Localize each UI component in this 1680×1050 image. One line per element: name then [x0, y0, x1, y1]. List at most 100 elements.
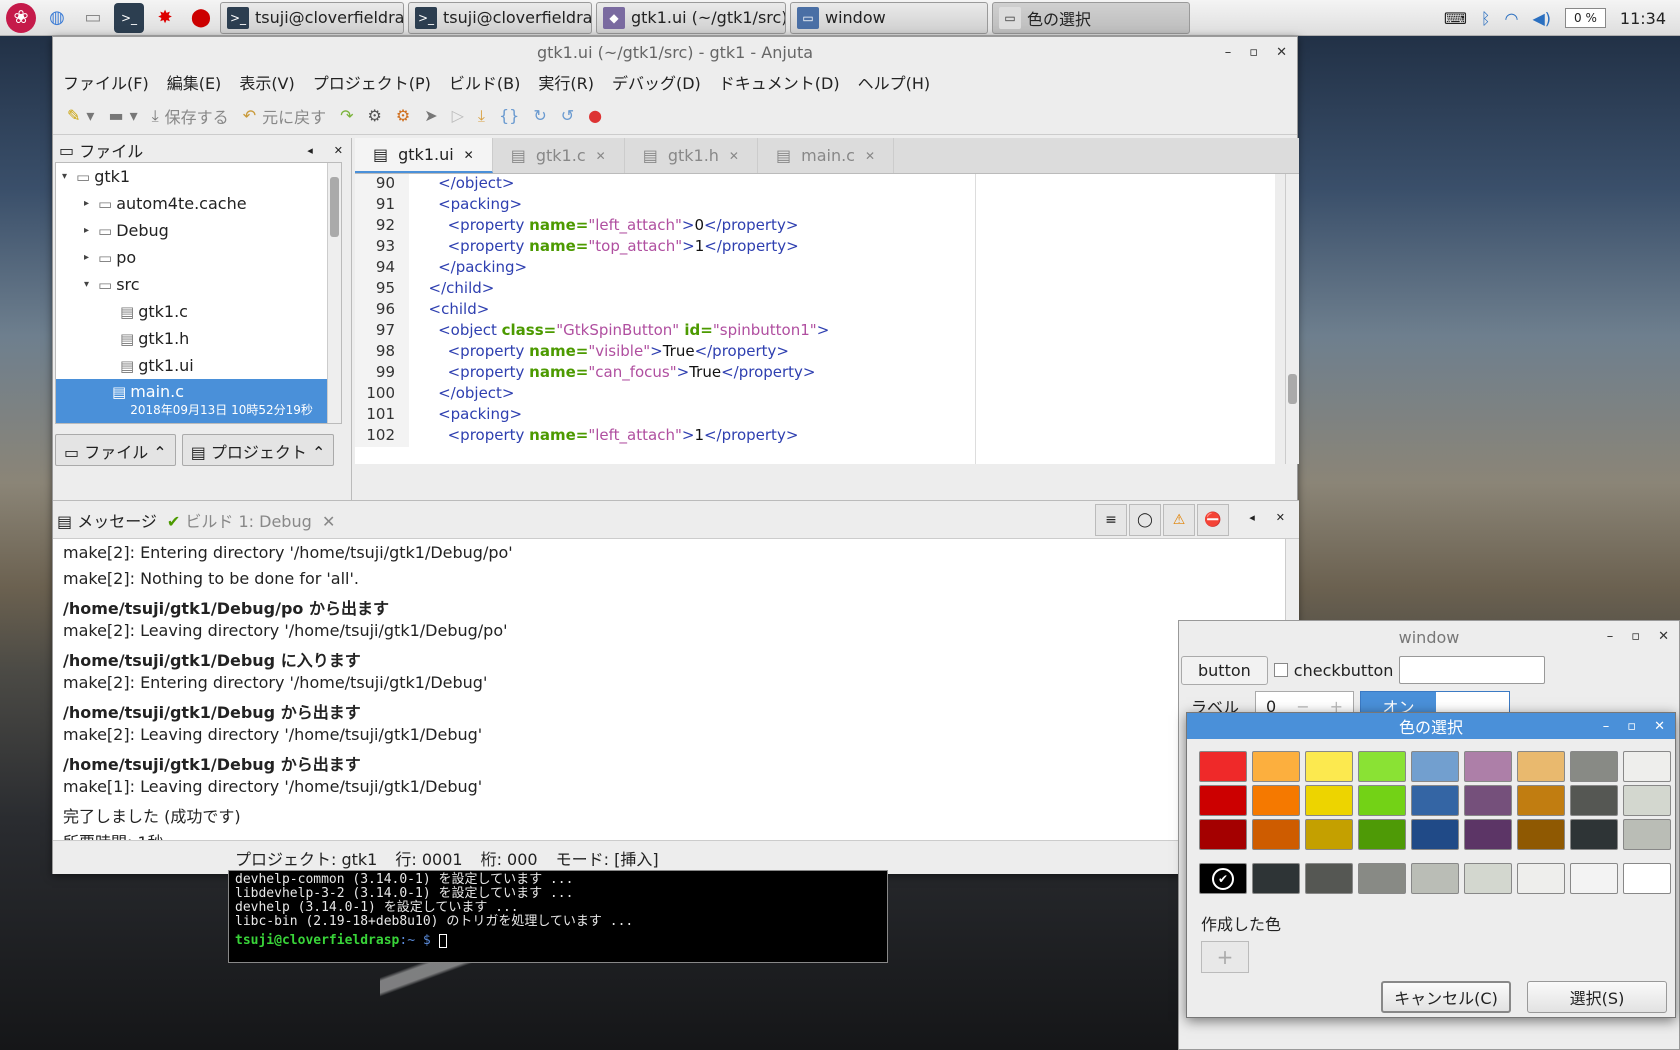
color-swatch[interactable]	[1252, 751, 1300, 782]
browser-icon[interactable]: ◍	[42, 3, 72, 33]
color-swatch[interactable]	[1411, 785, 1459, 816]
wolfram-icon[interactable]: ⬤	[186, 3, 216, 33]
tree-item[interactable]: ▾ ▭ src	[56, 271, 341, 298]
color-swatch[interactable]	[1358, 751, 1406, 782]
step-out-icon[interactable]: ↺	[561, 106, 574, 125]
expand-icon[interactable]: ▸	[84, 252, 98, 263]
select-button[interactable]: 選択(S)	[1527, 981, 1667, 1013]
bluetooth-icon[interactable]: ᛒ	[1481, 9, 1491, 28]
cpu-monitor[interactable]: 0 %	[1565, 8, 1606, 28]
tab-files[interactable]: ▭ ファイル ⌃	[55, 434, 176, 466]
send-icon[interactable]: ➤	[424, 106, 437, 125]
keyboard-icon[interactable]: ⌨	[1444, 9, 1467, 28]
color-swatch[interactable]	[1358, 863, 1406, 894]
tree-item[interactable]: ▤ gtk1.c	[56, 298, 341, 325]
color-swatch[interactable]	[1305, 751, 1353, 782]
clock[interactable]: 11:34	[1620, 9, 1666, 28]
collapse-icon[interactable]: ▾	[84, 279, 98, 290]
error-icon[interactable]: ⛔	[1197, 504, 1229, 536]
anjuta-titlebar[interactable]: gtk1.ui (~/gtk1/src) - gtk1 - Anjuta – ▫ ✕	[53, 37, 1297, 67]
close-icon[interactable]: ✕	[865, 149, 875, 163]
color-swatch[interactable]	[1252, 819, 1300, 850]
color-swatch[interactable]	[1411, 751, 1459, 782]
demo-button[interactable]: button	[1181, 655, 1268, 685]
step-over-icon[interactable]: ↻	[533, 106, 546, 125]
maximize-icon[interactable]: ▫	[1631, 629, 1640, 644]
normal-messages-icon[interactable]: ≡	[1095, 504, 1127, 536]
tree-item[interactable]: ▤ gtk1.h	[56, 325, 341, 352]
math-app-icon[interactable]: ✸	[150, 3, 180, 33]
panel-pin-icon[interactable]: ◂ ✕	[307, 144, 343, 157]
task-color-dialog[interactable]: ▭ 色の選択	[992, 1, 1190, 34]
color-swatch[interactable]	[1517, 785, 1565, 816]
cancel-button[interactable]: キャンセル(C)	[1381, 981, 1511, 1013]
tab-messages[interactable]: ▤ メッセージ	[57, 508, 157, 532]
color-swatch[interactable]	[1570, 863, 1618, 894]
color-swatch[interactable]	[1199, 785, 1247, 816]
tree-item[interactable]: ▸ ▭ Debug	[56, 217, 341, 244]
color-swatch[interactable]	[1305, 863, 1353, 894]
menu-item[interactable]: ファイル(F)	[63, 70, 149, 94]
task-window[interactable]: ▭ window	[790, 1, 988, 34]
tab-main-c[interactable]: ▤ main.c ✕	[758, 138, 895, 173]
color-swatch[interactable]	[1411, 863, 1459, 894]
new-file-icon[interactable]: ✎ ▾	[67, 106, 94, 125]
task-terminal-1[interactable]: >_tsuji@cloverfieldrasp...	[220, 1, 404, 34]
panel-controls-icon[interactable]: ◂ ✕	[1249, 511, 1285, 524]
redo-icon[interactable]: ↷	[340, 106, 353, 125]
tree-scrollbar[interactable]	[327, 163, 341, 423]
color-swatch[interactable]	[1623, 785, 1671, 816]
minimize-icon[interactable]: –	[1607, 629, 1614, 644]
color-swatch[interactable]	[1517, 751, 1565, 782]
minimize-icon[interactable]: –	[1225, 45, 1232, 60]
close-icon[interactable]: ✕	[729, 149, 739, 163]
run-icon[interactable]: ▷	[452, 106, 464, 125]
terminal-launcher-icon[interactable]: >_	[114, 2, 144, 33]
wifi-icon[interactable]: ◠	[1505, 9, 1519, 28]
step-icon[interactable]: ⤓	[478, 106, 485, 126]
menu-item[interactable]: 表示(V)	[239, 70, 294, 94]
color-swatch-selected[interactable]: ✔	[1199, 863, 1247, 894]
color-swatch[interactable]	[1199, 751, 1247, 782]
minimize-icon[interactable]: –	[1603, 719, 1610, 734]
task-terminal-2[interactable]: >_tsuji@cloverfieldrasp...	[408, 1, 592, 34]
step-into-icon[interactable]: {}	[499, 106, 519, 125]
color-swatch[interactable]	[1570, 819, 1618, 850]
color-swatch[interactable]	[1570, 751, 1618, 782]
expand-icon[interactable]: ▸	[84, 225, 98, 236]
gtk-window-titlebar[interactable]: window – ▫ ✕	[1179, 621, 1679, 653]
maximize-icon[interactable]: ▫	[1627, 719, 1636, 734]
menu-item[interactable]: ビルド(B)	[449, 70, 520, 94]
menu-item[interactable]: 実行(R)	[538, 70, 594, 94]
color-swatch[interactable]	[1570, 785, 1618, 816]
color-swatch[interactable]	[1252, 785, 1300, 816]
color-swatch[interactable]	[1464, 751, 1512, 782]
color-swatch[interactable]	[1199, 819, 1247, 850]
demo-entry[interactable]	[1399, 656, 1546, 684]
tree-item[interactable]: ▤ gtk1.ui	[56, 352, 341, 379]
color-swatch[interactable]	[1252, 863, 1300, 894]
color-swatch[interactable]	[1464, 863, 1512, 894]
task-anjuta[interactable]: ◆gtk1.ui (~/gtk1/src) -...	[596, 1, 786, 34]
close-icon[interactable]: ✕	[1654, 719, 1665, 734]
color-swatch[interactable]	[1305, 785, 1353, 816]
menu-item[interactable]: プロジェクト(P)	[313, 70, 431, 94]
menu-item[interactable]: デバッグ(D)	[612, 70, 701, 94]
color-swatch[interactable]	[1358, 785, 1406, 816]
tab-gtk1-ui[interactable]: ▤ gtk1.ui ✕	[355, 138, 493, 173]
editor-scrollbar[interactable]	[1285, 174, 1299, 464]
file-manager-icon[interactable]: ▭	[78, 3, 108, 33]
open-folder-icon[interactable]: ▬ ▾	[108, 106, 137, 125]
color-swatch[interactable]	[1305, 819, 1353, 850]
tab-gtk1-h[interactable]: ▤ gtk1.h ✕	[625, 138, 758, 173]
tree-item[interactable]: ▸ ▭ autom4te.cache	[56, 190, 341, 217]
tree-item-selected[interactable]: ▤ main.c 2018年09月13日 10時52分19秒	[56, 379, 341, 423]
undo-button[interactable]: ↶ 元に戻す	[243, 104, 326, 128]
save-button[interactable]: ⤓ 保存する	[152, 104, 229, 128]
warning-icon[interactable]: ⚠	[1163, 504, 1195, 536]
color-swatch[interactable]	[1517, 819, 1565, 850]
color-swatch[interactable]	[1464, 819, 1512, 850]
close-icon[interactable]: ✕	[596, 149, 606, 163]
close-icon[interactable]: ✕	[464, 148, 474, 162]
raspberry-menu-icon[interactable]: ❀	[6, 2, 36, 33]
